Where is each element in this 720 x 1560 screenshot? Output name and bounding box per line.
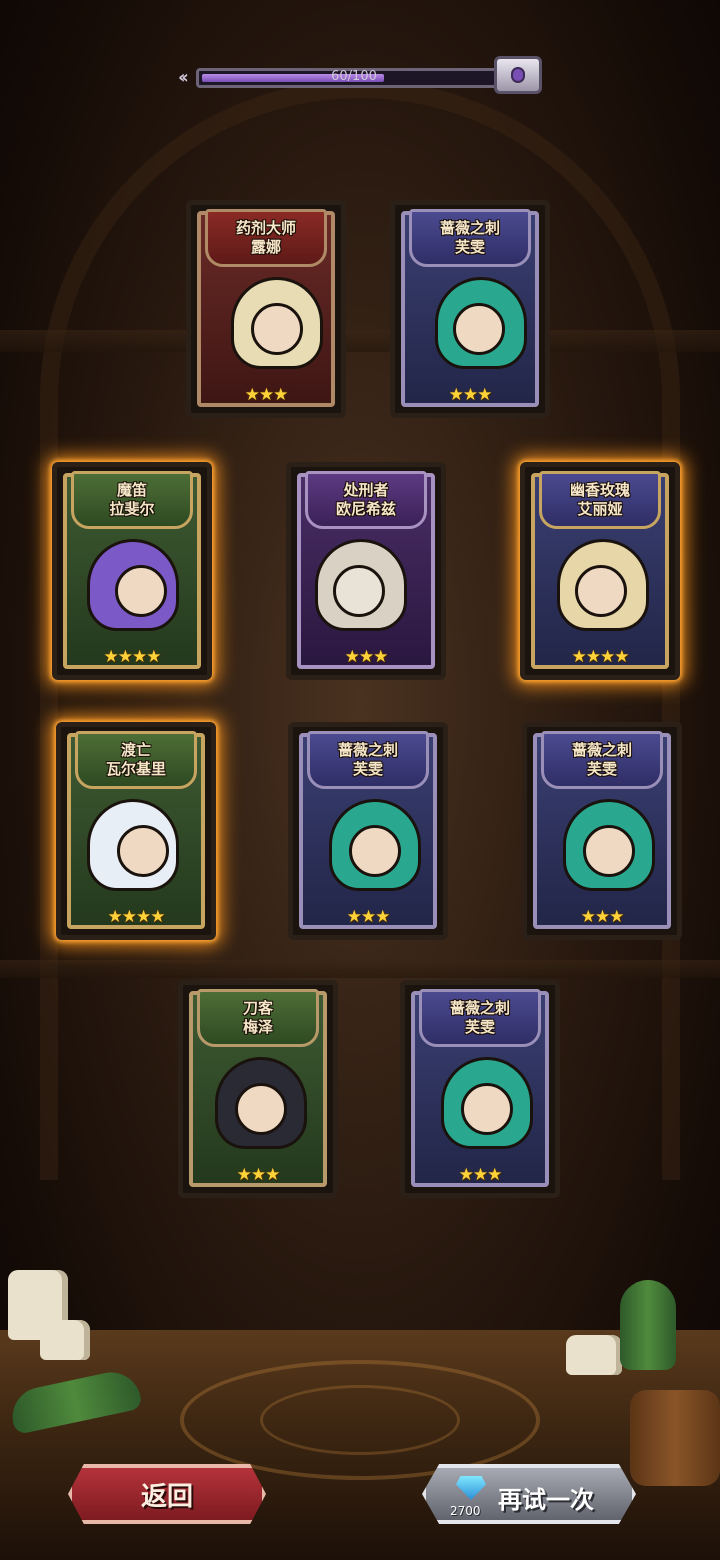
card-banner: 渡亡 瓦尔基里 <box>75 731 197 789</box>
retry-summon-button[interactable]: 2700 再试一次 <box>422 1464 636 1524</box>
diamond-icon <box>456 1476 486 1500</box>
card-banner: 幽香玫瑰 艾丽娅 <box>539 471 661 529</box>
hero-title: 蔷薇之刺 <box>337 741 398 759</box>
hero-card[interactable]: 幽香玫瑰 艾丽娅 ★★★★ <box>520 462 680 680</box>
retry-cost: 2700 <box>450 1504 481 1518</box>
star-rating: ★★★ <box>448 385 493 405</box>
hero-face <box>575 565 627 617</box>
hero-name: 芙雯 <box>454 238 485 256</box>
hero-card[interactable]: 蔷薇之刺 芙雯 ★★★ <box>288 722 448 940</box>
table-rune-circle <box>260 1385 460 1455</box>
star-rating: ★★★ <box>236 1165 281 1185</box>
hero-name: 瓦尔基里 <box>105 760 166 778</box>
star-rating: ★★★ <box>344 647 389 667</box>
back-button[interactable]: 返回 <box>68 1464 266 1524</box>
hero-title: 处刑者 <box>343 481 389 499</box>
hero-name: 拉斐尔 <box>109 500 155 518</box>
hero-title: 幽香玫瑰 <box>569 481 630 499</box>
hero-face <box>115 565 167 617</box>
hero-card[interactable]: 渡亡 瓦尔基里 ★★★★ <box>56 722 216 940</box>
bottle-decoration <box>620 1280 676 1370</box>
hero-title: 蔷薇之刺 <box>449 999 510 1017</box>
hero-card[interactable]: 刀客 梅泽 ★★★ <box>178 980 338 1198</box>
card-banner: 蔷薇之刺 芙雯 <box>541 731 663 789</box>
hero-card[interactable]: 处刑者 欧尼希兹 ★★★ <box>286 462 446 680</box>
chest-lock-icon <box>511 67 525 83</box>
hero-card[interactable]: 蔷薇之刺 芙雯 ★★★ <box>522 722 682 940</box>
hero-face <box>349 825 401 877</box>
hero-face <box>461 1083 513 1135</box>
hero-name: 艾丽娅 <box>577 500 623 518</box>
hero-face <box>117 825 169 877</box>
hero-card[interactable]: 魔笛 拉斐尔 ★★★★ <box>52 462 212 680</box>
hero-title: 药剂大师 <box>235 219 296 237</box>
chevron-left-icon: ‹‹ <box>178 67 189 88</box>
card-banner: 蔷薇之刺 芙雯 <box>307 731 429 789</box>
barrel-decoration <box>630 1390 720 1486</box>
retry-button-label: 再试一次 <box>498 1486 594 1514</box>
hero-name: 欧尼希兹 <box>335 500 396 518</box>
hero-name: 芙雯 <box>464 1018 495 1036</box>
hero-card[interactable]: 蔷薇之刺 芙雯 ★★★ <box>400 980 560 1198</box>
hero-card[interactable]: 药剂大师 露娜 ★★★ <box>186 200 346 418</box>
hero-name: 露娜 <box>250 238 281 256</box>
progress-label: 60/100 <box>331 69 377 84</box>
star-rating: ★★★ <box>458 1165 503 1185</box>
hero-title: 魔笛 <box>116 481 147 499</box>
card-banner: 处刑者 欧尼希兹 <box>305 471 427 529</box>
star-rating: ★★★★ <box>107 907 166 927</box>
hero-face <box>333 565 385 617</box>
star-rating: ★★★★ <box>103 647 162 667</box>
card-banner: 刀客 梅泽 <box>197 989 319 1047</box>
hero-title: 刀客 <box>242 999 273 1017</box>
background-beam <box>0 330 720 352</box>
hero-card[interactable]: 蔷薇之刺 芙雯 ★★★ <box>390 200 550 418</box>
summon-progress-bar: ‹‹ 60/100 <box>178 64 518 92</box>
reward-chest-icon[interactable] <box>494 56 542 94</box>
hero-name: 芙雯 <box>352 760 383 778</box>
hero-name: 梅泽 <box>242 1018 273 1036</box>
star-rating: ★★★★ <box>571 647 630 667</box>
card-banner: 魔笛 拉斐尔 <box>71 471 193 529</box>
hero-name: 芙雯 <box>586 760 617 778</box>
hero-face <box>583 825 635 877</box>
hero-title: 渡亡 <box>120 741 151 759</box>
hero-title: 蔷薇之刺 <box>571 741 632 759</box>
candle-decoration <box>566 1335 622 1375</box>
back-button-label: 返回 <box>140 1481 193 1512</box>
hero-face <box>453 303 505 355</box>
star-rating: ★★★ <box>244 385 289 405</box>
star-rating: ★★★ <box>580 907 625 927</box>
star-rating: ★★★ <box>346 907 391 927</box>
candle-decoration <box>40 1320 90 1360</box>
hero-face <box>235 1083 287 1135</box>
card-banner: 蔷薇之刺 芙雯 <box>409 209 531 267</box>
hero-face <box>251 303 303 355</box>
hero-title: 蔷薇之刺 <box>439 219 500 237</box>
card-banner: 药剂大师 露娜 <box>205 209 327 267</box>
background-beam <box>0 960 720 978</box>
card-banner: 蔷薇之刺 芙雯 <box>419 989 541 1047</box>
